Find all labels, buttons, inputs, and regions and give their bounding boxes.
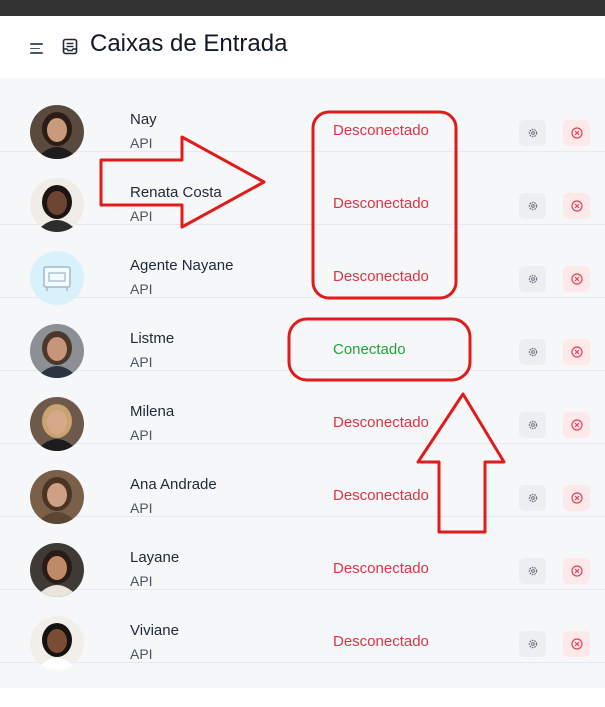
inbox-row <box>0 370 605 444</box>
connection-status: Desconectado <box>333 268 429 285</box>
gear-icon <box>528 493 537 503</box>
inbox-icon <box>62 38 78 55</box>
inbox-type: API <box>130 354 153 370</box>
connection-status: Conectado <box>333 341 406 358</box>
gear-icon <box>528 566 537 576</box>
page-title: Caixas de Entrada <box>90 30 288 57</box>
settings-button[interactable] <box>519 485 546 511</box>
delete-button[interactable] <box>563 558 590 584</box>
connection-status: Desconectado <box>333 487 429 504</box>
avatar <box>30 616 84 670</box>
connection-status: Desconectado <box>333 560 429 577</box>
settings-button[interactable] <box>519 266 546 292</box>
delete-button[interactable] <box>563 485 590 511</box>
delete-button[interactable] <box>563 266 590 292</box>
inbox-type: API <box>130 281 153 297</box>
connection-status: Desconectado <box>333 122 429 139</box>
inbox-name: Milena <box>130 403 175 420</box>
inbox-row <box>0 589 605 663</box>
inbox-row <box>0 516 605 590</box>
inbox-row <box>0 443 605 517</box>
close-circle-icon <box>570 565 583 577</box>
close-circle-icon <box>570 419 583 431</box>
delete-button[interactable] <box>563 631 590 657</box>
gear-icon <box>528 639 537 649</box>
inbox-type: API <box>130 208 153 224</box>
settings-button[interactable] <box>519 193 546 219</box>
settings-button[interactable] <box>519 412 546 438</box>
close-circle-icon <box>570 492 583 504</box>
inbox-type: API <box>130 646 153 662</box>
close-circle-icon <box>570 127 583 139</box>
gear-icon <box>528 347 537 357</box>
close-circle-icon <box>570 638 583 650</box>
settings-button[interactable] <box>519 558 546 584</box>
inbox-name: Nay <box>130 111 157 128</box>
close-circle-icon <box>570 346 583 358</box>
delete-button[interactable] <box>563 193 590 219</box>
gear-icon <box>528 274 537 284</box>
gear-icon <box>528 420 537 430</box>
inbox-row <box>0 297 605 371</box>
connection-status: Desconectado <box>333 414 429 431</box>
gear-icon <box>528 201 537 211</box>
inbox-name: Viviane <box>130 622 179 639</box>
connection-status: Desconectado <box>333 633 429 650</box>
settings-button[interactable] <box>519 339 546 365</box>
connection-status: Desconectado <box>333 195 429 212</box>
inbox-name: Agente Nayane <box>130 257 234 274</box>
inbox-name: Ana Andrade <box>130 476 217 493</box>
inbox-type: API <box>130 500 153 516</box>
inbox-row <box>0 224 605 298</box>
delete-button[interactable] <box>563 120 590 146</box>
settings-button[interactable] <box>519 120 546 146</box>
delete-button[interactable] <box>563 339 590 365</box>
inbox-type: API <box>130 573 153 589</box>
inbox-type: API <box>130 427 153 443</box>
inbox-name: Listme <box>130 330 175 347</box>
page-footer-space <box>0 688 605 707</box>
close-circle-icon <box>570 273 583 285</box>
inbox-name: Renata Costa <box>130 184 222 201</box>
menu-icon[interactable] <box>30 43 43 54</box>
inbox-type: API <box>130 135 153 151</box>
close-circle-icon <box>570 200 583 212</box>
inbox-row <box>0 78 605 152</box>
delete-button[interactable] <box>563 412 590 438</box>
inbox-name: Layane <box>130 549 180 566</box>
settings-button[interactable] <box>519 631 546 657</box>
gear-icon <box>528 128 537 138</box>
inbox-row <box>0 151 605 225</box>
window-top-bar <box>0 0 605 16</box>
